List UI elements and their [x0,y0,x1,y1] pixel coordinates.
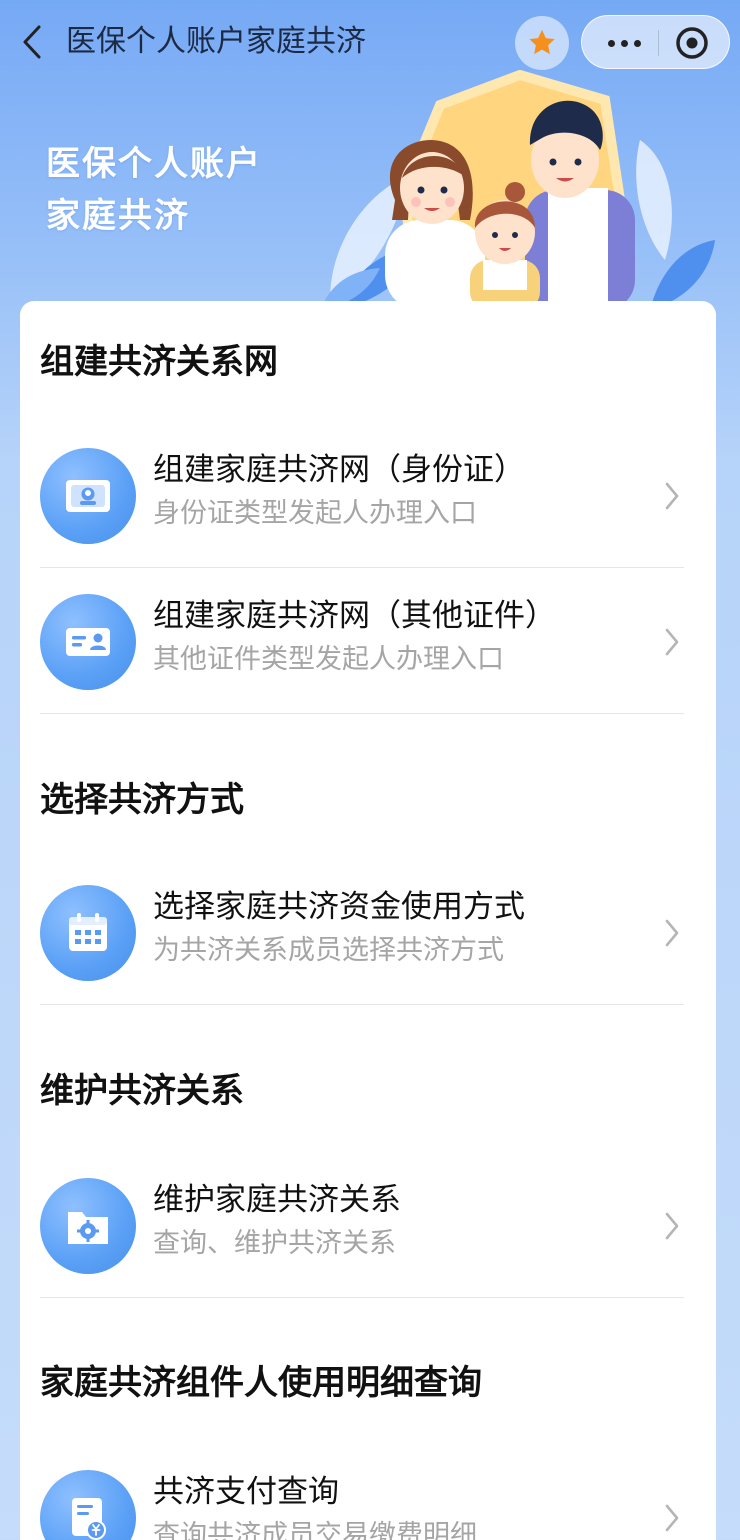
section-title-maintain: 维护共济关系 [40,1071,244,1111]
list-item-label: 维护家庭共济关系 [153,1182,401,1218]
close-mini-program-button[interactable] [674,25,710,61]
banner-title-line1: 医保个人账户 [46,144,262,184]
list-item-subtitle: 查询、维护共济关系 [153,1228,396,1259]
services-card: 组建共济关系网 组建家庭共济网（身份证） 身份证类型发起人办理入口 组建家庭共济… [20,301,716,1540]
page-title: 医保个人账户家庭共济 [66,24,366,59]
list-item-subtitle: 身份证类型发起人办理入口 [153,498,477,529]
settings-folder-icon [40,1178,136,1274]
dot-icon [633,39,641,47]
list-item-label: 组建家庭共济网（其他证件） [153,598,556,634]
mini-program-capsule [581,15,730,69]
chevron-right-icon [660,1206,684,1246]
list-item-subtitle: 查询共济成员交易缴费明细 [153,1520,477,1540]
list-item-payment-query[interactable]: 共济支付查询 查询共济成员交易缴费明细 [40,1444,684,1540]
dot-icon [607,39,615,47]
capsule-divider [658,30,659,56]
list-item-subtitle: 其他证件类型发起人办理入口 [153,644,504,675]
payment-document-icon [40,1470,136,1540]
list-item-label: 共济支付查询 [153,1474,339,1510]
family-illustration [320,70,715,310]
list-item-label: 选择家庭共济资金使用方式 [153,889,525,925]
list-item-build-network-id-card[interactable]: 组建家庭共济网（身份证） 身份证类型发起人办理入口 [40,422,684,568]
chevron-right-icon [660,1498,684,1538]
dot-icon [620,39,628,47]
chevron-right-icon [660,476,684,516]
list-item-maintain-relation[interactable]: 维护家庭共济关系 查询、维护共济关系 [40,1152,684,1298]
more-options-button[interactable] [600,26,648,60]
list-item-choose-fund-method[interactable]: 选择家庭共济资金使用方式 为共济关系成员选择共济方式 [40,859,684,1005]
banner-title: 医保个人账户 家庭共济 [46,138,262,242]
chevron-left-icon [23,25,41,59]
list-item-subtitle: 为共济关系成员选择共济方式 [153,935,504,966]
target-close-icon [676,27,708,59]
section-title-choose-method: 选择共济方式 [40,780,244,820]
list-item-label: 组建家庭共济网（身份证） [153,452,525,488]
id-card-icon [40,448,136,544]
chevron-right-icon [660,913,684,953]
list-item-build-network-other-id[interactable]: 组建家庭共济网（其他证件） 其他证件类型发起人办理入口 [40,568,684,714]
favorite-button[interactable] [515,16,569,70]
section-title-build-network: 组建共济关系网 [40,342,278,382]
contact-card-icon [40,594,136,690]
calendar-icon [40,885,136,981]
section-title-usage-query: 家庭共济组件人使用明细查询 [40,1363,482,1403]
banner-title-line2: 家庭共济 [46,196,190,236]
star-icon [529,29,555,55]
back-button[interactable] [14,22,50,62]
chevron-right-icon [660,622,684,662]
